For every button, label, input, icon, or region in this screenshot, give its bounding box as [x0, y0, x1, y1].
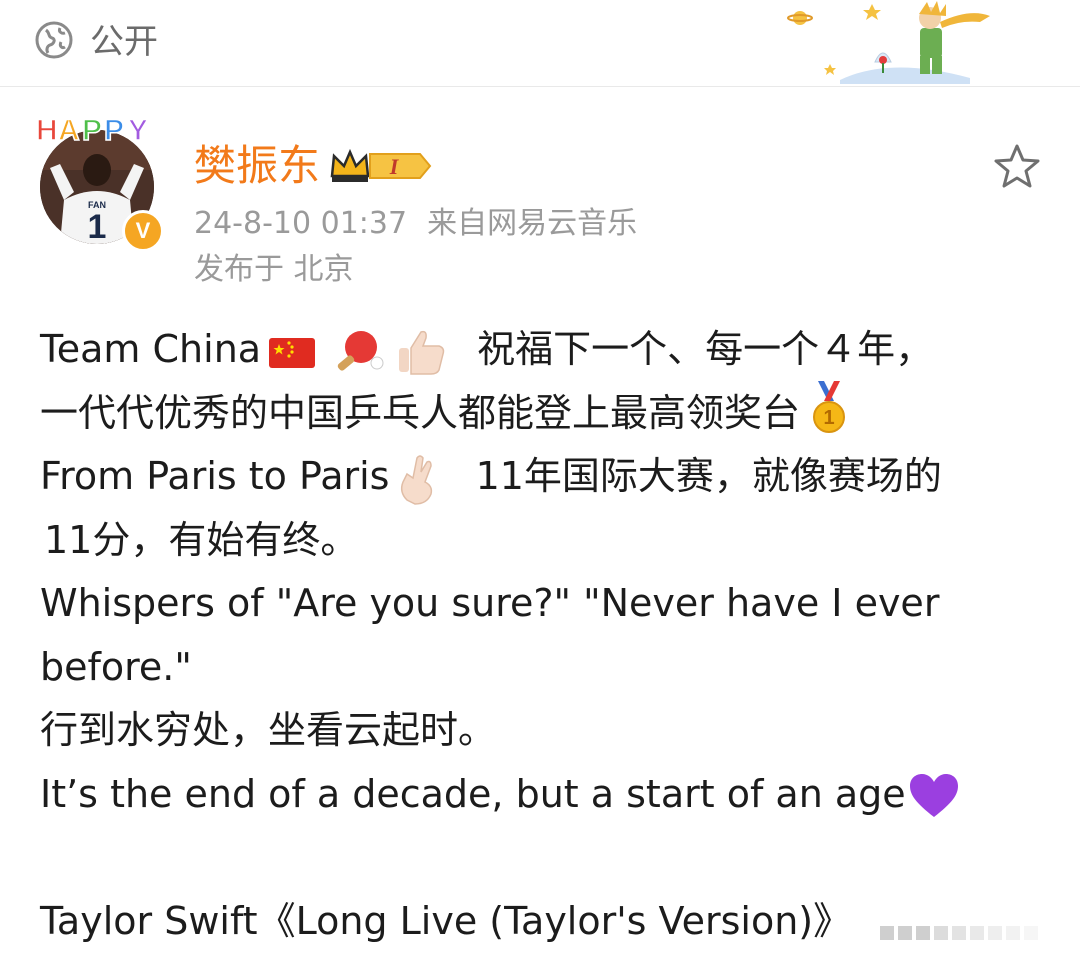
thumbs-up-icon [399, 330, 445, 375]
post-line: Team China 祝福下一个、每一个４年， [40, 318, 1050, 382]
purple-heart-icon [909, 774, 958, 817]
post-line: 一代代优秀的中国乒乓人都能登上最高领奖台 1 [40, 381, 1050, 446]
member-crown-icon[interactable]: I [330, 146, 434, 186]
little-prince-decoration [787, 1, 990, 84]
author-name[interactable]: 樊振东 [194, 140, 320, 192]
globe-icon [35, 21, 73, 59]
post-text: From Paris to Paris [40, 454, 390, 498]
svg-text:1: 1 [823, 407, 834, 429]
post-content: Team China 祝福下一个、每一个４年， 一代代优秀的中国乒乓人都能登上最… [40, 318, 1050, 953]
verified-badge: V [122, 210, 164, 252]
crossed-fingers-icon [401, 454, 433, 505]
post-text: 祝福下一个、每一个４年， [477, 327, 934, 371]
post-location: 发布于 北京 [194, 252, 354, 287]
svg-text:P: P [82, 114, 102, 146]
top-bar: 公开 [0, 0, 1080, 87]
post-line: 行到水穷处，坐看云起时。 [40, 699, 1050, 763]
author-avatar[interactable]: 1 FAN H A P P Y V [34, 110, 164, 252]
svg-text:1: 1 [88, 208, 107, 244]
visibility-label[interactable]: 公开 [90, 20, 158, 64]
post-text: 11年国际大赛，就像赛场的 [475, 454, 942, 498]
post-line: 11分，有始有终。 [40, 509, 1050, 573]
post-line-blank [40, 826, 1050, 890]
post-text: 行到水穷处，坐看云起时。 [40, 708, 497, 752]
post-text: It’s the end of a decade, but a start of… [40, 771, 906, 816]
svg-text:FAN: FAN [88, 200, 106, 210]
post-line: From Paris to Paris 11年国际大赛，就像赛场的 [40, 445, 1050, 509]
china-flag-icon [269, 337, 316, 368]
ping-pong-icon [337, 330, 384, 371]
post-text: Whispers of "Are you sure?" "Never have … [40, 581, 940, 625]
post-text: before." [40, 644, 192, 689]
post-line: It’s the end of a decade, but a start of… [40, 763, 1050, 827]
gold-medal-icon: 1 [813, 381, 846, 433]
post-source[interactable]: 来自网易云音乐 [427, 206, 637, 241]
star-outline-icon[interactable] [992, 142, 1042, 192]
member-level: I [389, 154, 400, 179]
svg-text:H: H [36, 114, 58, 146]
svg-text:P: P [104, 114, 124, 146]
svg-text:A: A [58, 114, 80, 146]
post-line: Whispers of "Are you sure?" "Never have … [40, 572, 1050, 636]
post-text: Taylor Swift《Long Live (Taylor's Version… [40, 898, 852, 943]
post-line: before." [40, 636, 1050, 700]
post-timestamp: 24-8-10 01:37 [194, 206, 408, 241]
post-text: 11分，有始有终。 [44, 517, 359, 562]
fade-dots-decoration [880, 926, 1038, 940]
happy-tag: H A P P Y [35, 113, 149, 146]
svg-text:Y: Y [128, 114, 148, 146]
post-text: 一代代优秀的中国乒乓人都能登上最高领奖台 [40, 390, 801, 435]
post-text: Team China [40, 327, 262, 371]
post-meta: 24-8-10 01:37 来自网易云音乐 [194, 204, 637, 244]
